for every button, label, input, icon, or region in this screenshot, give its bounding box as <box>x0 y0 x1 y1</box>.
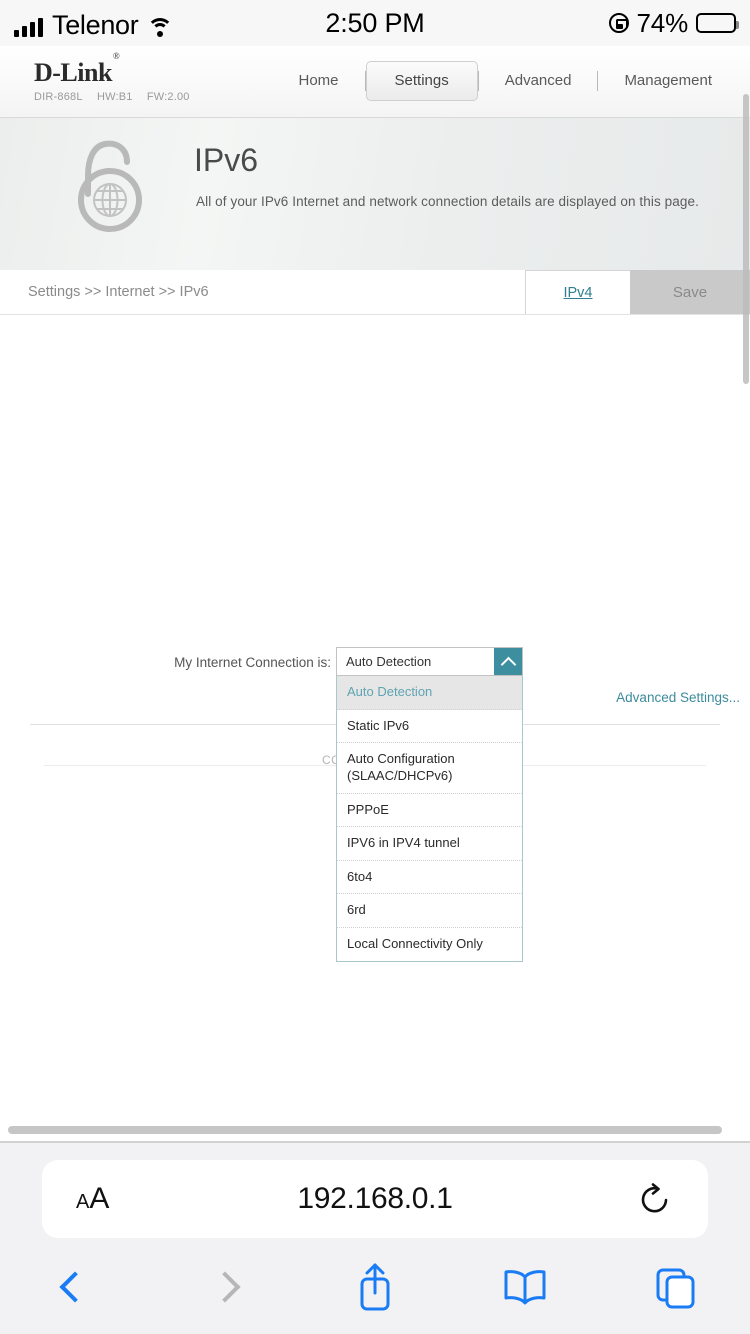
text-size-small-a: A <box>76 1191 90 1213</box>
page-banner: IPv6 All of your IPv6 Internet and netwo… <box>0 118 750 270</box>
rotation-lock-icon <box>608 13 629 33</box>
text-size-button[interactable]: AA <box>76 1182 109 1216</box>
device-info: DIR-868L HW:B1 FW:2.00 <box>34 91 201 103</box>
dropdown-option-list: Auto Detection Static IPv6 Auto Configur… <box>336 676 523 962</box>
device-hardware: HW:B1 <box>96 91 133 103</box>
connection-type-label: My Internet Connection is: <box>174 655 331 670</box>
dropdown-option-auto-configuration[interactable]: Auto Configuration (SLAAC/DHCPv6) <box>337 743 522 794</box>
chevron-left-icon <box>59 1271 91 1303</box>
status-bar-right: 74% <box>608 7 739 39</box>
share-icon <box>360 1263 390 1311</box>
url-text[interactable]: 192.168.0.1 <box>42 1182 708 1216</box>
save-button[interactable]: Save <box>630 270 750 314</box>
reload-icon[interactable] <box>638 1182 672 1216</box>
router-header: D‑Link® DIR-868L HW:B1 FW:2.00 Home Sett… <box>0 46 750 118</box>
brand-block: D‑Link® DIR-868L HW:B1 FW:2.00 <box>34 51 201 103</box>
dropdown-option-ipv6-in-ipv4-tunnel[interactable]: IPV6 in IPV4 tunnel <box>337 827 522 861</box>
safari-bottom-bar: AA 192.168.0.1 <box>0 1142 750 1334</box>
connection-type-dropdown[interactable]: Auto Detection Auto Detection Static IPv… <box>336 647 523 962</box>
nav-item-home[interactable]: Home <box>273 60 365 102</box>
ipv4-button[interactable]: IPv4 <box>525 270 630 314</box>
battery-icon <box>696 13 739 33</box>
breadcrumb-bar: Settings >> Internet >> IPv6 IPv4 Save <box>0 270 750 315</box>
back-button[interactable] <box>0 1271 150 1303</box>
page-subtitle: All of your IPv6 Internet and network co… <box>196 194 699 209</box>
dlink-logo: D‑Link® <box>34 51 120 87</box>
device-model: DIR-868L <box>34 91 83 103</box>
main-nav: Home Settings Advanced Management <box>273 60 739 102</box>
dropdown-header[interactable]: Auto Detection <box>336 647 523 676</box>
advanced-settings-link[interactable]: Advanced Settings... <box>616 690 740 705</box>
dropdown-selected-value: Auto Detection <box>346 654 432 669</box>
dropdown-option-6to4[interactable]: 6to4 <box>337 861 522 895</box>
page-title: IPv6 <box>194 142 259 178</box>
dropdown-option-local-connectivity-only[interactable]: Local Connectivity Only <box>337 928 522 961</box>
safari-toolbar <box>0 1247 750 1327</box>
dropdown-option-6rd[interactable]: 6rd <box>337 894 522 928</box>
ios-status-bar: Telenor 2:50 PM 74% <box>0 0 750 46</box>
bookmarks-button[interactable] <box>450 1267 600 1307</box>
tabs-button[interactable] <box>600 1265 750 1309</box>
device-firmware: FW:2.00 <box>146 91 190 103</box>
book-icon <box>504 1270 546 1305</box>
dropdown-option-pppoe[interactable]: PPPoE <box>337 794 522 828</box>
breadcrumb: Settings >> Internet >> IPv6 <box>28 284 209 300</box>
share-button[interactable] <box>300 1261 450 1313</box>
tabs-icon <box>656 1268 695 1309</box>
dropdown-option-auto-detection[interactable]: Auto Detection <box>337 676 522 710</box>
dropdown-option-static-ipv6[interactable]: Static IPv6 <box>337 710 522 744</box>
page-content: CO Advanced Settings... My Internet Conn… <box>0 315 750 1135</box>
horizontal-scrollbar[interactable] <box>8 1126 722 1134</box>
ipv4-link[interactable]: IPv4 <box>563 285 592 301</box>
phone-screen: Telenor 2:50 PM 74% D‑Link® DIR-868L HW:… <box>0 0 750 1334</box>
forward-button[interactable] <box>150 1271 300 1303</box>
battery-percent: 74% <box>636 7 689 38</box>
safari-webview: D‑Link® DIR-868L HW:B1 FW:2.00 Home Sett… <box>0 46 750 1142</box>
address-bar[interactable]: AA 192.168.0.1 <box>42 1160 708 1238</box>
nav-item-management[interactable]: Management <box>598 60 738 102</box>
vertical-scrollbar[interactable] <box>743 94 749 384</box>
nav-item-settings[interactable]: Settings <box>365 61 478 101</box>
chevron-up-icon[interactable] <box>494 648 522 675</box>
text-size-large-a: A <box>89 1182 110 1215</box>
nav-item-advanced[interactable]: Advanced <box>479 60 598 102</box>
ipv6-lock-globe-icon <box>78 140 142 232</box>
registered-mark: ® <box>112 51 120 62</box>
chevron-right-icon <box>209 1271 241 1303</box>
